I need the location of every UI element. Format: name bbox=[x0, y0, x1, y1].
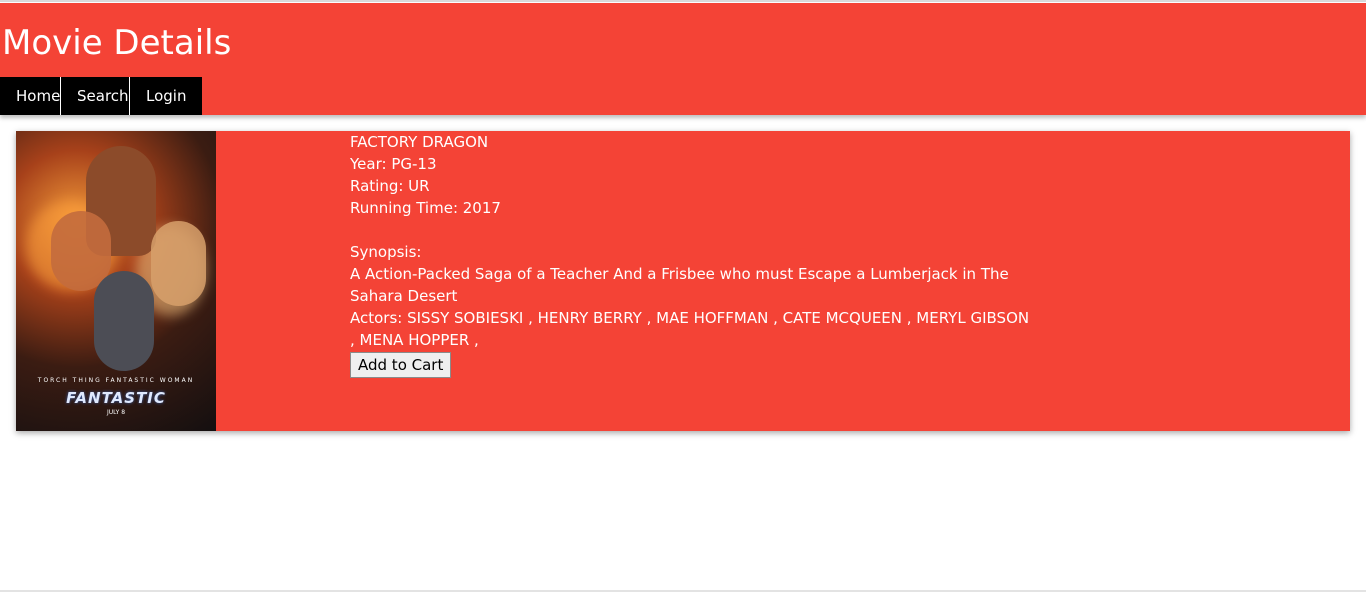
nav-search-link[interactable]: Search bbox=[61, 77, 130, 115]
poster-figure-reed bbox=[94, 271, 154, 371]
nav-login-link[interactable]: Login bbox=[130, 77, 202, 115]
movie-card: TORCH THING FANTASTIC WOMAN FANTASTIC JU… bbox=[16, 131, 1350, 431]
poster-title-logo: FANTASTIC bbox=[66, 389, 166, 407]
movie-year: Year: PG-13 bbox=[350, 155, 437, 173]
nav-home-link[interactable]: Home bbox=[0, 77, 61, 115]
movie-rating: Rating: UR bbox=[350, 177, 430, 195]
main-nav: Home Search Login bbox=[0, 77, 202, 115]
poster-figure-woman bbox=[151, 221, 206, 306]
bottom-divider bbox=[0, 590, 1366, 592]
actors-list: Actors: SISSY SOBIESKI , HENRY BERRY , M… bbox=[350, 309, 1030, 349]
synopsis-text: A Action-Packed Saga of a Teacher And a … bbox=[350, 265, 1009, 305]
synopsis-label: Synopsis: bbox=[350, 243, 422, 261]
movie-title: FACTORY DRAGON bbox=[350, 133, 489, 151]
movie-poster: TORCH THING FANTASTIC WOMAN FANTASTIC JU… bbox=[16, 131, 216, 431]
movie-running-time: Running Time: 2017 bbox=[350, 199, 501, 217]
add-to-cart-button[interactable]: Add to Cart bbox=[350, 352, 452, 378]
top-divider bbox=[0, 0, 1366, 2]
movie-details: FACTORY DRAGON Year: PG-13 Rating: UR Ru… bbox=[350, 131, 1030, 378]
poster-release-date: JULY 8 bbox=[106, 409, 126, 416]
poster-character-names: TORCH THING FANTASTIC WOMAN bbox=[37, 377, 195, 384]
page-title: Movie Details bbox=[2, 23, 232, 63]
page-header: Movie Details Home Search Login bbox=[0, 3, 1366, 115]
details-spacer bbox=[350, 219, 1030, 241]
